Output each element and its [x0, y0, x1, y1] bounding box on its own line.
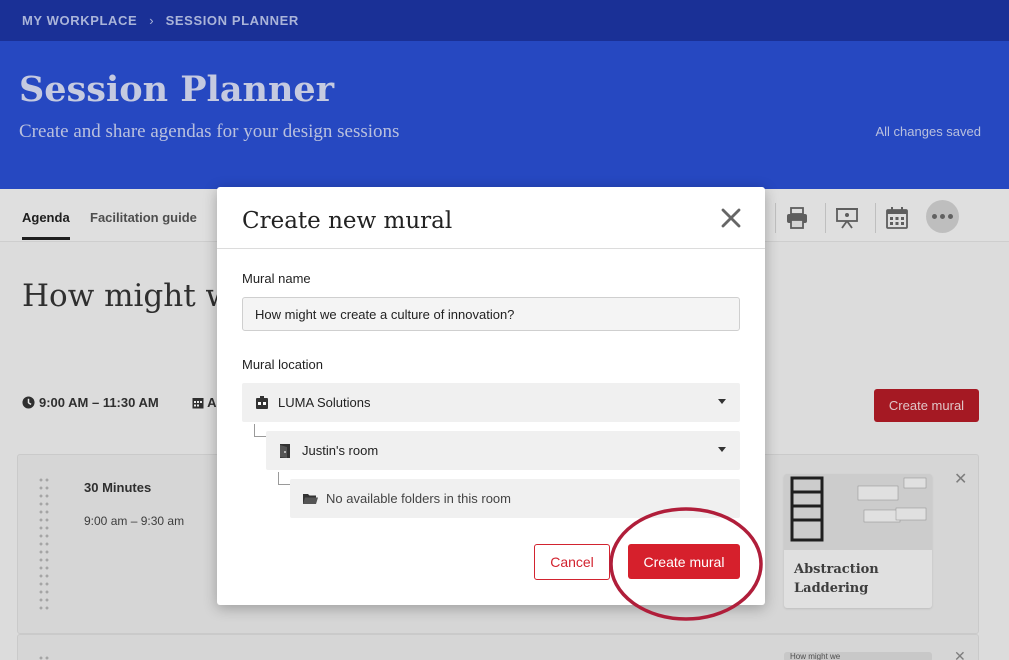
mural-name-label: Mural name: [242, 271, 311, 286]
workspace-select[interactable]: LUMA Solutions: [242, 383, 740, 422]
dialog-divider: [217, 248, 765, 249]
folder-row: No available folders in this room: [290, 479, 740, 518]
tree-connector: [278, 472, 290, 485]
folder-empty-message: No available folders in this room: [326, 491, 511, 506]
room-value: Justin's room: [302, 443, 379, 458]
workspace-value: LUMA Solutions: [278, 395, 371, 410]
create-mural-dialog: Create new mural Mural name Mural locati…: [217, 187, 765, 605]
chevron-down-icon: [718, 447, 726, 452]
create-mural-button[interactable]: Create mural: [628, 544, 740, 579]
mural-location-label: Mural location: [242, 357, 323, 372]
dialog-title: Create new mural: [242, 208, 453, 234]
close-icon[interactable]: [720, 207, 742, 229]
chevron-down-icon: [718, 399, 726, 404]
mural-name-input[interactable]: [242, 297, 740, 331]
room-select[interactable]: Justin's room: [266, 431, 740, 470]
room-door-icon: [278, 443, 294, 459]
tree-connector: [254, 424, 266, 437]
workspace-icon: [254, 395, 270, 411]
cancel-button[interactable]: Cancel: [534, 544, 610, 580]
folder-icon: [302, 491, 318, 507]
